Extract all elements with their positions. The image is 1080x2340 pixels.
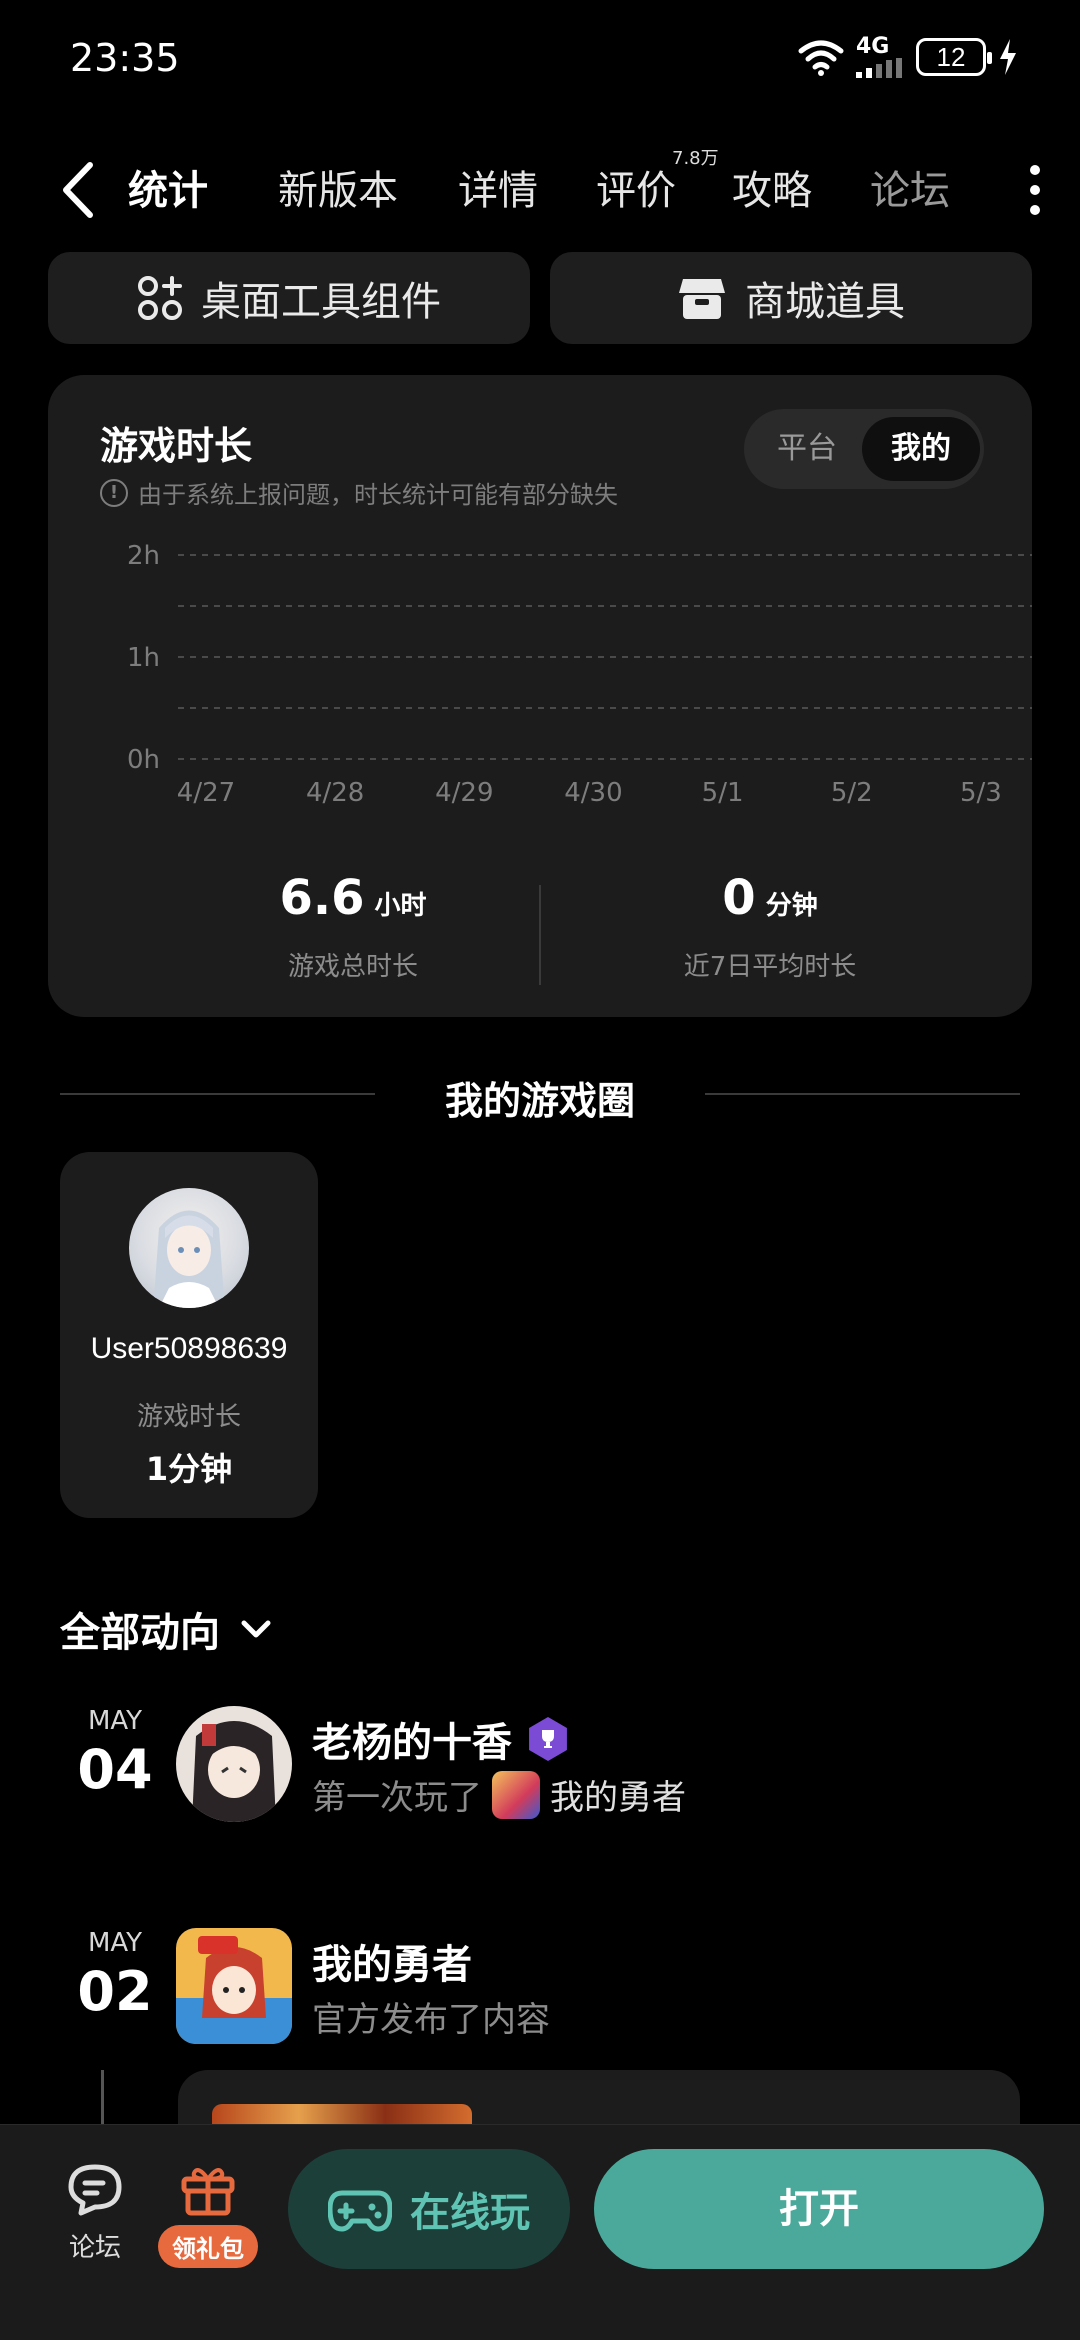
status-bar: 23:35 4G 12 bbox=[0, 0, 1080, 120]
feed-month: MAY bbox=[87, 1706, 143, 1736]
status-icons: 4G 12 bbox=[796, 36, 1020, 78]
stat-divider bbox=[539, 885, 541, 985]
gift-icon bbox=[181, 2168, 235, 2216]
chevron-down-icon bbox=[241, 1620, 271, 1638]
x-tick-label: 4/29 bbox=[435, 778, 493, 808]
tab-forum[interactable]: 论坛 bbox=[870, 158, 950, 216]
cellular-indicator: 4G bbox=[856, 36, 906, 78]
avg-time-stat: 0 分钟 近7日平均时长 bbox=[570, 870, 970, 983]
feed-user-name: 老杨的十香 bbox=[312, 1710, 570, 1768]
x-tick-label: 5/2 bbox=[831, 778, 873, 808]
avg-time-label: 近7日平均时长 bbox=[683, 952, 857, 982]
tab-bar: 统计 新版本 详情 评价 7.8万 攻略 论坛 bbox=[0, 120, 1080, 250]
network-label: 4G bbox=[856, 34, 890, 59]
widget-grid-icon bbox=[138, 276, 182, 320]
friend-play-label: 游戏时长 bbox=[136, 1402, 241, 1432]
game-circle-title: 我的游戏圈 bbox=[444, 1079, 635, 1123]
signal-icon bbox=[856, 58, 902, 78]
desktop-widget-button[interactable]: 桌面工具组件 bbox=[48, 252, 530, 344]
friend-name: User50898639 bbox=[90, 1332, 288, 1365]
feed-game-title: 我的勇者 bbox=[312, 1932, 472, 1990]
charging-icon bbox=[1000, 39, 1016, 75]
forum-label: 论坛 bbox=[68, 2233, 121, 2263]
feed-user-name-text: 老杨的十香 bbox=[312, 1720, 512, 1766]
feed-month: MAY bbox=[87, 1928, 143, 1958]
friend-play-value: 1分钟 bbox=[145, 1450, 233, 1488]
x-tick-label: 4/27 bbox=[177, 778, 235, 808]
feed-day: 04 bbox=[77, 1738, 153, 1801]
user-avatar[interactable] bbox=[176, 1706, 292, 1822]
play-time-chart: 2h 1h 0h 4/27 4/28 4/29 4/30 5/1 5/2 5/3 bbox=[127, 541, 1032, 808]
game-avatar[interactable] bbox=[176, 1928, 292, 2044]
feed-day: 02 bbox=[77, 1960, 153, 2023]
scope-toggle: 平台 我的 bbox=[744, 409, 984, 489]
gamepad-icon bbox=[328, 2190, 392, 2232]
feed-action-text: 官方发布了内容 bbox=[312, 2000, 550, 2040]
play-time-note-text: 由于系统上报问题，时长统计可能有部分缺失 bbox=[138, 481, 618, 509]
game-circle-header: 我的游戏圈 bbox=[60, 1065, 1020, 1125]
shop-items-button[interactable]: 商城道具 bbox=[550, 252, 1032, 344]
divider-right bbox=[705, 1093, 1020, 1095]
x-tick-label: 4/28 bbox=[306, 778, 364, 808]
feed-item[interactable]: MAY 02 我的勇者 官方发布了内容 bbox=[60, 1928, 1020, 2048]
shop-items-label: 商城道具 bbox=[745, 279, 905, 325]
tab-new-version[interactable]: 新版本 bbox=[278, 158, 398, 216]
avatar bbox=[129, 1188, 249, 1308]
feed-action: 官方发布了内容 bbox=[312, 1992, 550, 2041]
toggle-platform[interactable]: 平台 bbox=[748, 417, 866, 481]
back-icon[interactable] bbox=[52, 155, 112, 225]
trophy-icon bbox=[529, 1717, 567, 1761]
tab-stats[interactable]: 统计 bbox=[128, 158, 208, 216]
wifi-icon bbox=[798, 40, 844, 76]
toggle-mine[interactable]: 我的 bbox=[862, 417, 980, 481]
info-icon: ! bbox=[100, 478, 128, 507]
play-time-title: 游戏时长 bbox=[100, 424, 253, 468]
feed-action: 第一次玩了 我的勇者 bbox=[312, 1770, 686, 1819]
feed-game-title-text: 我的勇者 bbox=[312, 1942, 472, 1988]
total-time-label: 游戏总时长 bbox=[287, 952, 418, 982]
avg-time-unit: 分钟 bbox=[765, 891, 818, 921]
chat-bubble-icon bbox=[68, 2164, 122, 2216]
bottom-action-bar: 论坛 领礼包 在线玩 打开 bbox=[0, 2124, 1080, 2340]
dynamics-filter[interactable]: 全部动向 bbox=[60, 1600, 274, 1658]
feed-item[interactable]: MAY 04 老杨的十香 第一次玩了 我的勇者 bbox=[60, 1706, 1020, 1826]
y-tick-label: 2h bbox=[127, 541, 160, 571]
friend-card[interactable]: User50898639 游戏时长 1分钟 bbox=[60, 1152, 318, 1518]
feed-action-text: 第一次玩了 bbox=[312, 1778, 482, 1818]
x-tick-label: 5/3 bbox=[960, 778, 1002, 808]
gift-button[interactable]: 领礼包 bbox=[150, 2161, 266, 2268]
forum-button[interactable]: 论坛 bbox=[55, 2161, 135, 2264]
more-icon[interactable] bbox=[1020, 160, 1050, 220]
total-time-value: 6.6 bbox=[279, 870, 365, 926]
game-icon bbox=[492, 1770, 540, 1819]
play-time-note: ! 由于系统上报问题，时长统计可能有部分缺失 bbox=[100, 475, 618, 510]
y-tick-label: 1h bbox=[127, 643, 160, 673]
gift-label: 领礼包 bbox=[158, 2225, 258, 2268]
open-button[interactable]: 打开 bbox=[594, 2149, 1044, 2269]
y-tick-label: 0h bbox=[127, 745, 160, 775]
feed-game-name[interactable]: 我的勇者 bbox=[550, 1770, 686, 1819]
battery-indicator: 12 bbox=[916, 38, 992, 76]
play-online-label: 在线玩 bbox=[410, 2190, 530, 2236]
play-online-button[interactable]: 在线玩 bbox=[288, 2149, 570, 2269]
total-time-unit: 小时 bbox=[374, 891, 427, 921]
battery-level: 12 bbox=[936, 41, 966, 72]
dynamics-filter-label: 全部动向 bbox=[60, 1610, 220, 1656]
tab-reviews[interactable]: 评价 bbox=[596, 158, 676, 216]
tab-details[interactable]: 详情 bbox=[458, 158, 538, 216]
total-time-stat: 6.6 小时 游戏总时长 bbox=[153, 870, 553, 983]
shop-icon bbox=[679, 279, 725, 319]
x-tick-label: 5/1 bbox=[702, 778, 744, 808]
desktop-widget-label: 桌面工具组件 bbox=[201, 279, 441, 325]
review-count-badge: 7.8万 bbox=[672, 148, 719, 169]
status-time: 23:35 bbox=[70, 36, 180, 80]
tab-guides[interactable]: 攻略 bbox=[732, 158, 812, 216]
x-tick-label: 4/30 bbox=[564, 778, 622, 808]
avg-time-value: 0 bbox=[722, 870, 756, 926]
play-time-card: 游戏时长 ! 由于系统上报问题，时长统计可能有部分缺失 平台 我的 2h 1h 0h… bbox=[48, 375, 1032, 1017]
